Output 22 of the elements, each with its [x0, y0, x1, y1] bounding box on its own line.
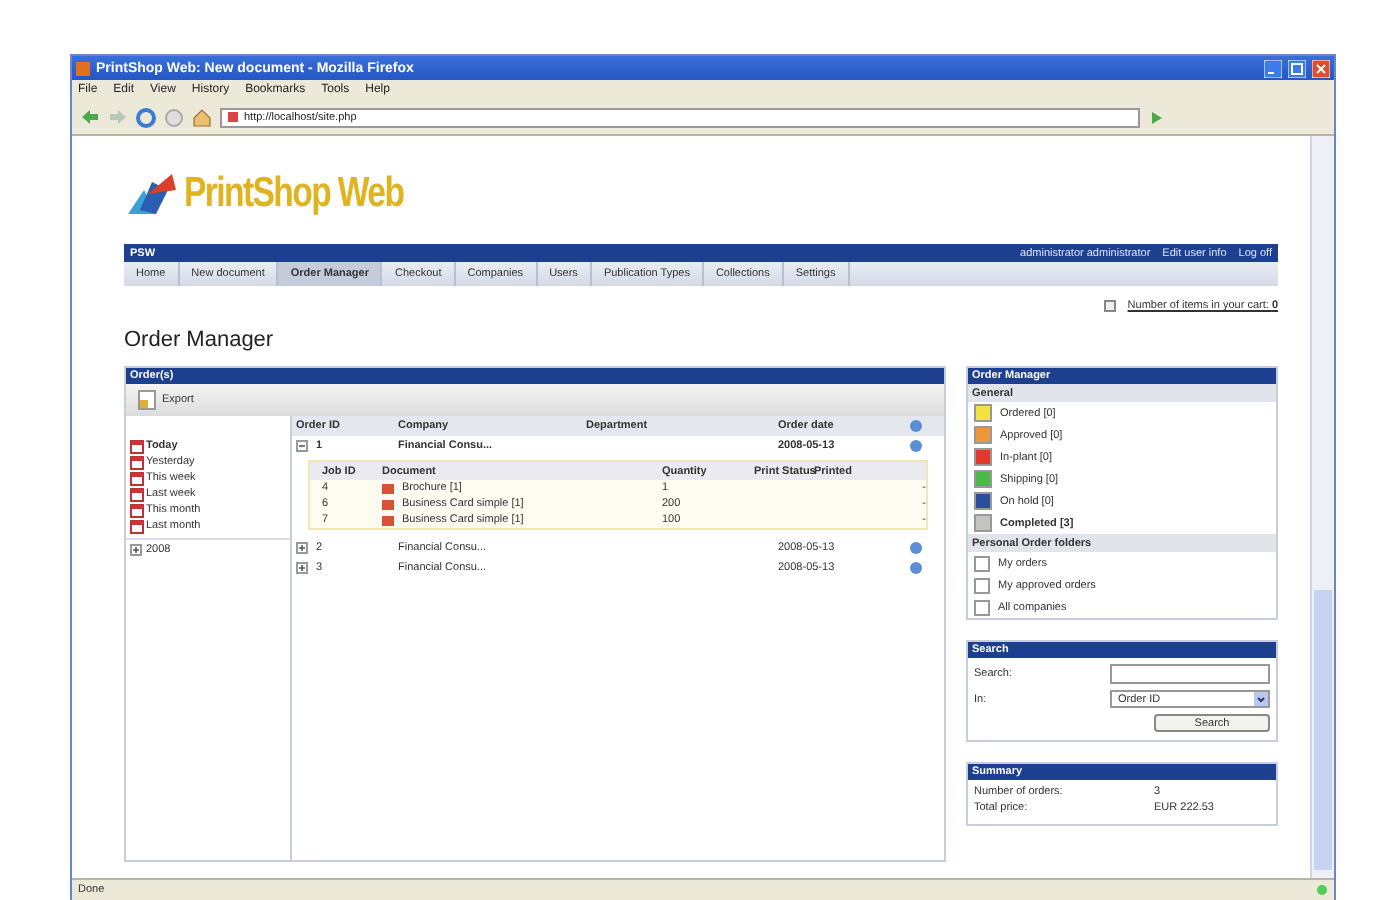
logo-text: PrintShop Web: [184, 170, 404, 218]
checkbox[interactable]: [974, 577, 990, 593]
expand-icon[interactable]: [130, 544, 142, 556]
back-icon[interactable]: [80, 108, 100, 126]
checkbox[interactable]: [974, 555, 990, 571]
expand-icon[interactable]: [296, 542, 308, 554]
search-field[interactable]: [1110, 664, 1270, 684]
checkbox[interactable]: [974, 599, 990, 615]
close-button[interactable]: [1312, 59, 1330, 77]
reload-icon[interactable]: [136, 107, 156, 127]
app-icon: [76, 61, 90, 75]
collapse-icon[interactable]: [296, 440, 308, 452]
status-icon: [1316, 884, 1328, 896]
dropdown-icon: [1254, 692, 1268, 706]
logo-icon: [124, 170, 180, 218]
go-icon[interactable]: [1148, 109, 1164, 125]
expand-icon[interactable]: [296, 562, 308, 574]
home-icon[interactable]: [192, 107, 212, 127]
scrollbar[interactable]: [1310, 136, 1334, 878]
page-title: Order Manager: [124, 328, 276, 352]
maximize-button[interactable]: [1288, 59, 1306, 77]
minimize-button[interactable]: [1264, 59, 1282, 77]
